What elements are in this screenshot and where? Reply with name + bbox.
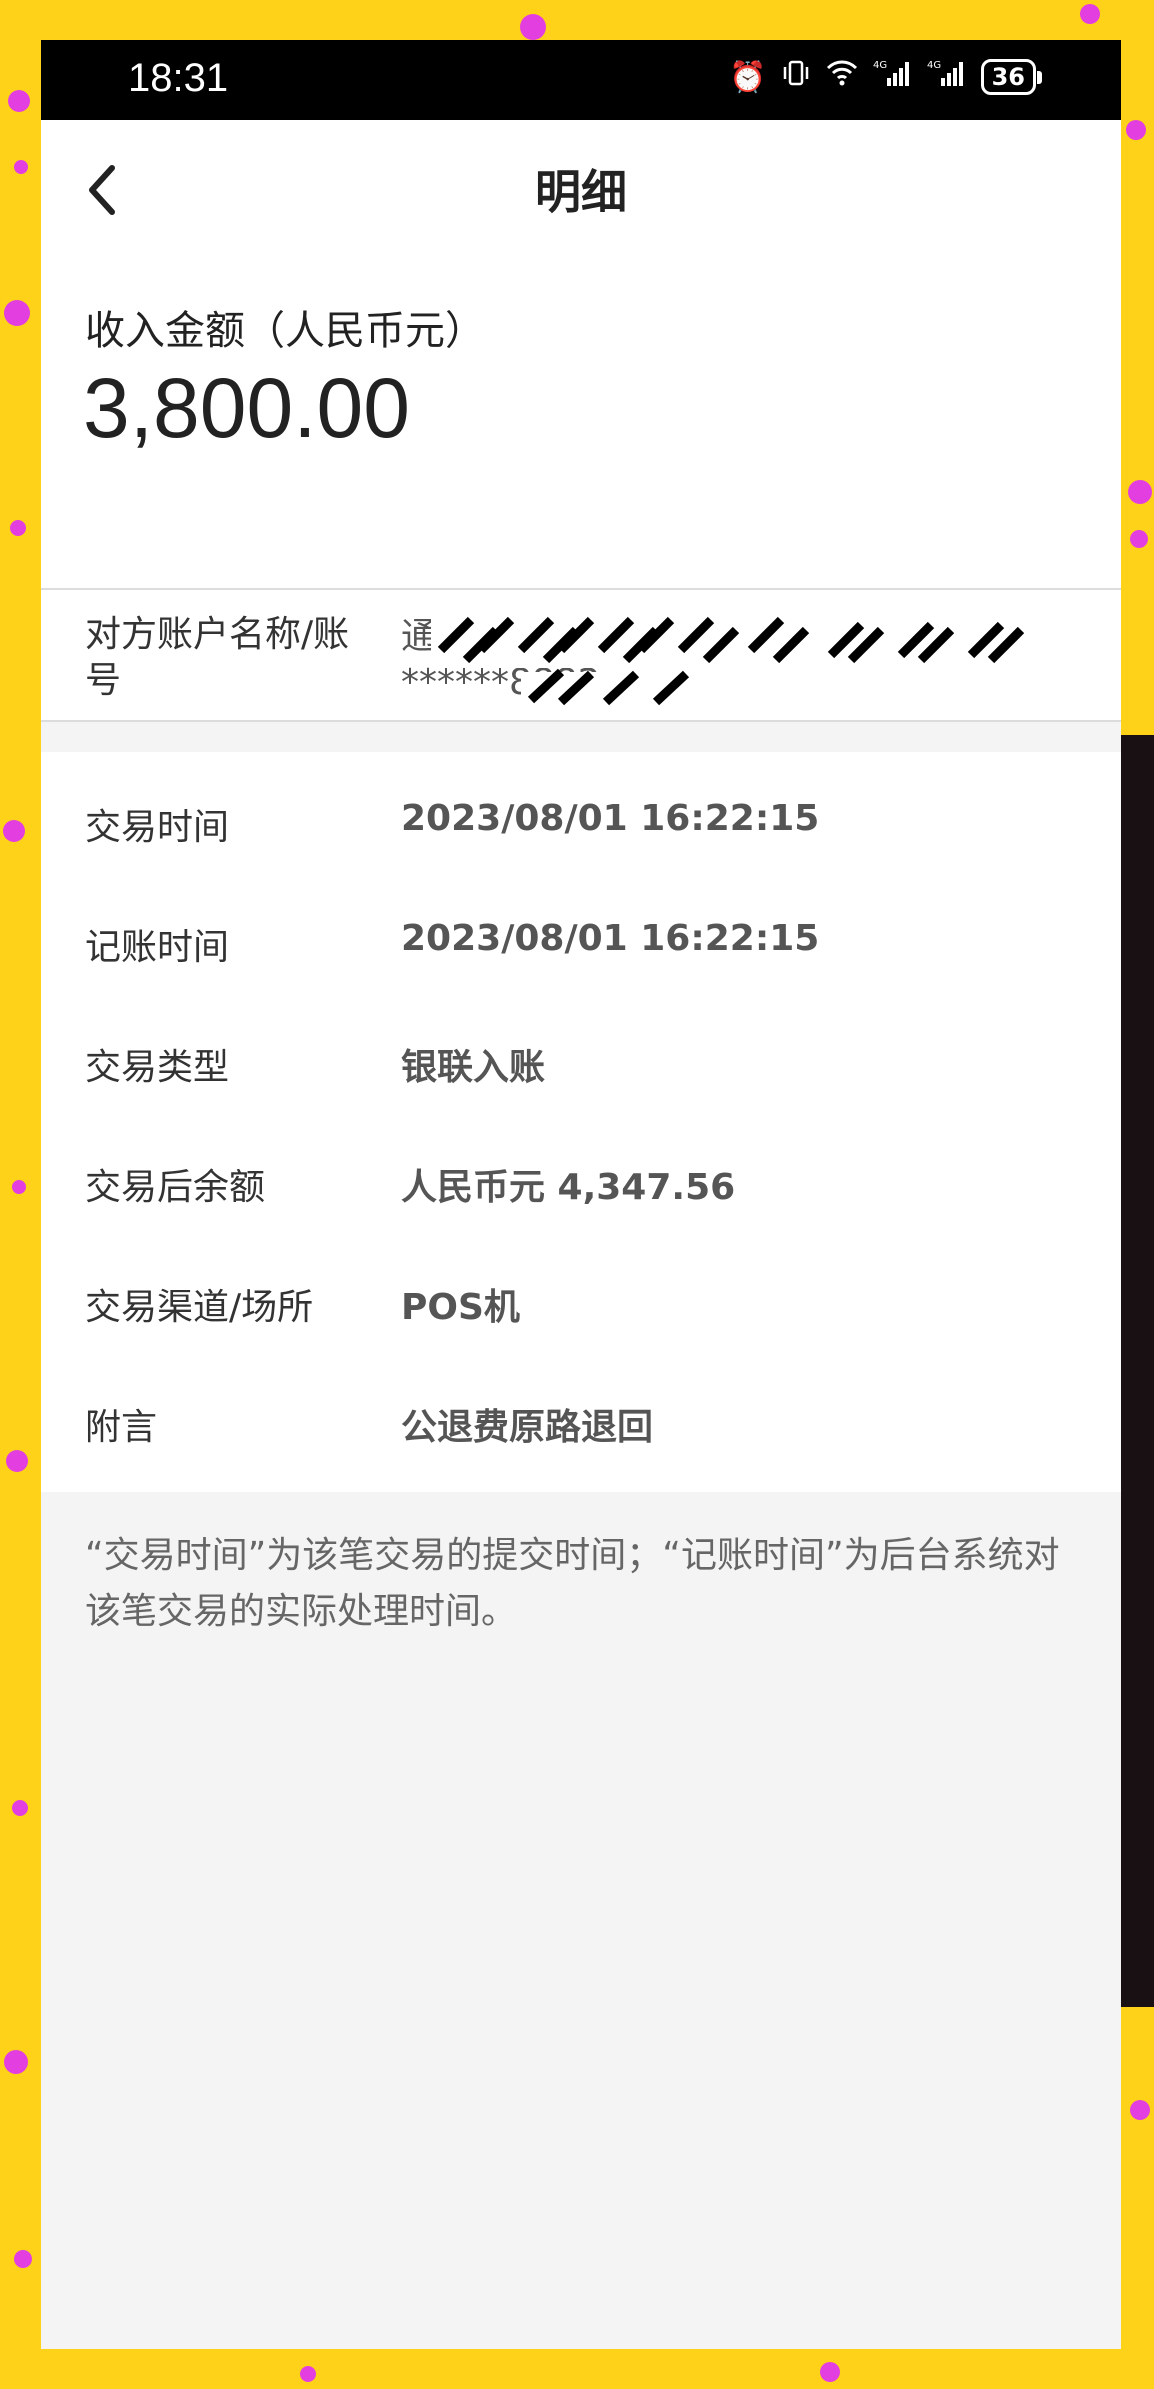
section-gap — [41, 722, 1121, 752]
detail-label: 记账时间 — [85, 927, 230, 968]
status-bar: 18:31 ⏰ 4G 4G 36 — [41, 40, 1121, 120]
detail-value: 公退费原路退回 — [401, 1407, 654, 1448]
wifi-icon — [825, 58, 859, 96]
phone-screen: 18:31 ⏰ 4G 4G 36 明细 收入金额（人民币元） 3,800.00 — [41, 40, 1121, 2349]
amount-value: 3,800.00 — [83, 361, 410, 455]
page-title: 明细 — [535, 165, 627, 219]
detail-label: 交易渠道/场所 — [85, 1287, 314, 1328]
counterparty-account-label: 对方账户名称/账号 — [85, 614, 350, 701]
detail-value: 2023/08/01 16:22:15 — [401, 798, 820, 839]
detail-row: 交易类型 银联入账 — [41, 1002, 1121, 1122]
transaction-details: 交易时间 2023/08/01 16:22:15 记账时间 2023/08/01… — [41, 752, 1121, 1492]
status-time: 18:31 — [128, 56, 229, 100]
detail-row: 交易时间 2023/08/01 16:22:15 — [41, 762, 1121, 882]
svg-text:4G: 4G — [927, 60, 941, 71]
signal-4g-icon: 4G — [873, 58, 913, 96]
amount-label: 收入金额（人民币元） — [85, 308, 485, 354]
detail-row: 交易渠道/场所 POS机 — [41, 1242, 1121, 1362]
nav-bar: 明细 — [41, 120, 1121, 258]
detail-label: 交易类型 — [85, 1047, 230, 1088]
detail-row: 记账时间 2023/08/01 16:22:15 — [41, 882, 1121, 1002]
detail-value: POS机 — [401, 1287, 520, 1328]
counterparty-account-row: 对方账户名称/账号 通联支付网络服务股份有限公司12 ******8882 — [41, 590, 1121, 720]
detail-value: 人民币元 4,347.56 — [401, 1167, 736, 1208]
amount-section: 收入金额（人民币元） 3,800.00 — [41, 258, 1121, 588]
detail-label: 交易时间 — [85, 807, 230, 848]
detail-value: 2023/08/01 16:22:15 — [401, 918, 820, 959]
detail-row: 附言 公退费原路退回 — [41, 1362, 1121, 1482]
status-icons: ⏰ 4G 4G 36 — [729, 58, 1043, 96]
footnote-text: “交易时间”为该笔交易的提交时间；“记账时间”为后台系统对该笔交易的实际处理时间… — [85, 1535, 1060, 1632]
signal-4g-icon: 4G — [927, 58, 967, 96]
alarm-icon: ⏰ — [729, 59, 767, 95]
detail-value: 银联入账 — [401, 1047, 546, 1088]
detail-row: 交易后余额 人民币元 4,347.56 — [41, 1122, 1121, 1242]
battery-indicator: 36 — [980, 59, 1043, 95]
detail-label: 交易后余额 — [85, 1167, 266, 1208]
svg-text:4G: 4G — [873, 60, 887, 71]
detail-label: 附言 — [85, 1407, 158, 1448]
vibrate-icon — [781, 58, 811, 96]
redaction-mask — [431, 616, 1031, 708]
